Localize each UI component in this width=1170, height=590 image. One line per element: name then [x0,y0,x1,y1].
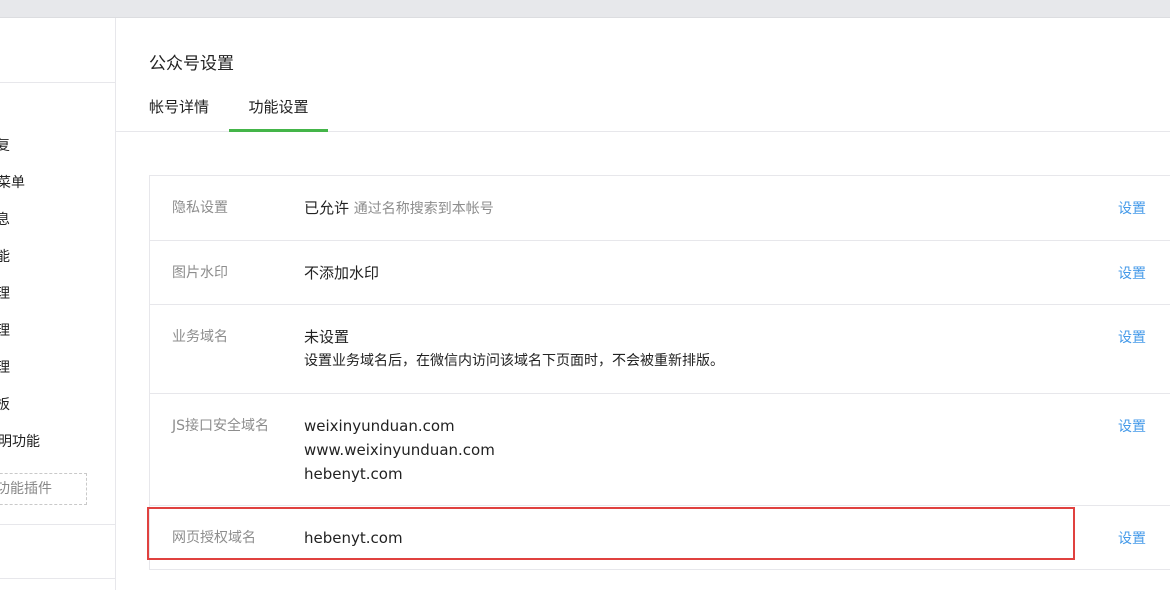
setting-value: 未设置 设置业务域名后，在微信内访问该域名下页面时，不会被重新排版。 [304,325,724,373]
sidebar-item[interactable]: 理 [0,359,10,377]
watermark-settings-link[interactable]: 设置 [1118,263,1146,283]
sidebar-divider [0,578,115,579]
setting-label: 图片水印 [172,265,228,281]
privacy-note: 通过名称搜索到本帐号 [353,201,494,217]
setting-label: 业务域名 [172,329,228,345]
js-domain-item: www.weixinyunduan.com [304,441,495,459]
sidebar-item[interactable]: 明功能 [0,433,40,451]
business-domain-status: 未设置 [304,328,350,346]
setting-value: weixinyunduan.com www.weixinyunduan.com … [304,414,495,486]
business-domain-desc: 设置业务域名后，在微信内访问该域名下页面时，不会被重新排版。 [304,353,724,369]
setting-row-js-domain: JS接口安全域名 weixinyunduan.com www.weixinyun… [150,394,1170,506]
privacy-status: 已允许 [304,199,350,217]
sidebar-divider [0,524,115,525]
setting-value: 已允许 通过名称搜索到本帐号 [304,196,494,221]
business-domain-settings-link[interactable]: 设置 [1118,327,1146,347]
sidebar: 复 菜单 息 能 理 理 理 板 明功能 功能插件 [0,18,116,590]
setting-row-business-domain: 业务域名 未设置 设置业务域名后，在微信内访问该域名下页面时，不会被重新排版。 … [150,305,1170,394]
js-domain-settings-link[interactable]: 设置 [1118,416,1146,436]
top-bar [0,0,1170,18]
privacy-settings-link[interactable]: 设置 [1118,198,1146,218]
setting-row-watermark: 图片水印 不添加水印 设置 [150,241,1170,305]
add-plugin-button[interactable]: 功能插件 [0,473,87,505]
sidebar-item[interactable]: 板 [0,396,10,414]
tab-account-details[interactable]: 帐号详情 [149,96,209,131]
sidebar-item[interactable]: 复 [0,137,10,155]
setting-label: JS接口安全域名 [172,418,270,434]
setting-label: 隐私设置 [172,200,228,216]
sidebar-item[interactable]: 能 [0,248,10,266]
js-domain-item: hebenyt.com [304,465,403,483]
sidebar-item[interactable]: 理 [0,285,10,303]
setting-row-privacy: 隐私设置 已允许 通过名称搜索到本帐号 设置 [150,176,1170,241]
page-title: 公众号设置 [149,54,234,74]
oauth-domain-settings-link[interactable]: 设置 [1118,528,1146,548]
highlight-box [147,507,1075,560]
setting-value: 不添加水印 [304,264,380,282]
sidebar-item[interactable]: 理 [0,322,10,340]
sidebar-item[interactable]: 菜单 [0,174,25,192]
tab-function-settings[interactable]: 功能设置 [229,96,328,132]
sidebar-item[interactable]: 息 [0,211,10,229]
tab-bar: 帐号详情 功能设置 [116,86,1170,132]
js-domain-item: weixinyunduan.com [304,417,455,435]
sidebar-divider [0,82,115,83]
